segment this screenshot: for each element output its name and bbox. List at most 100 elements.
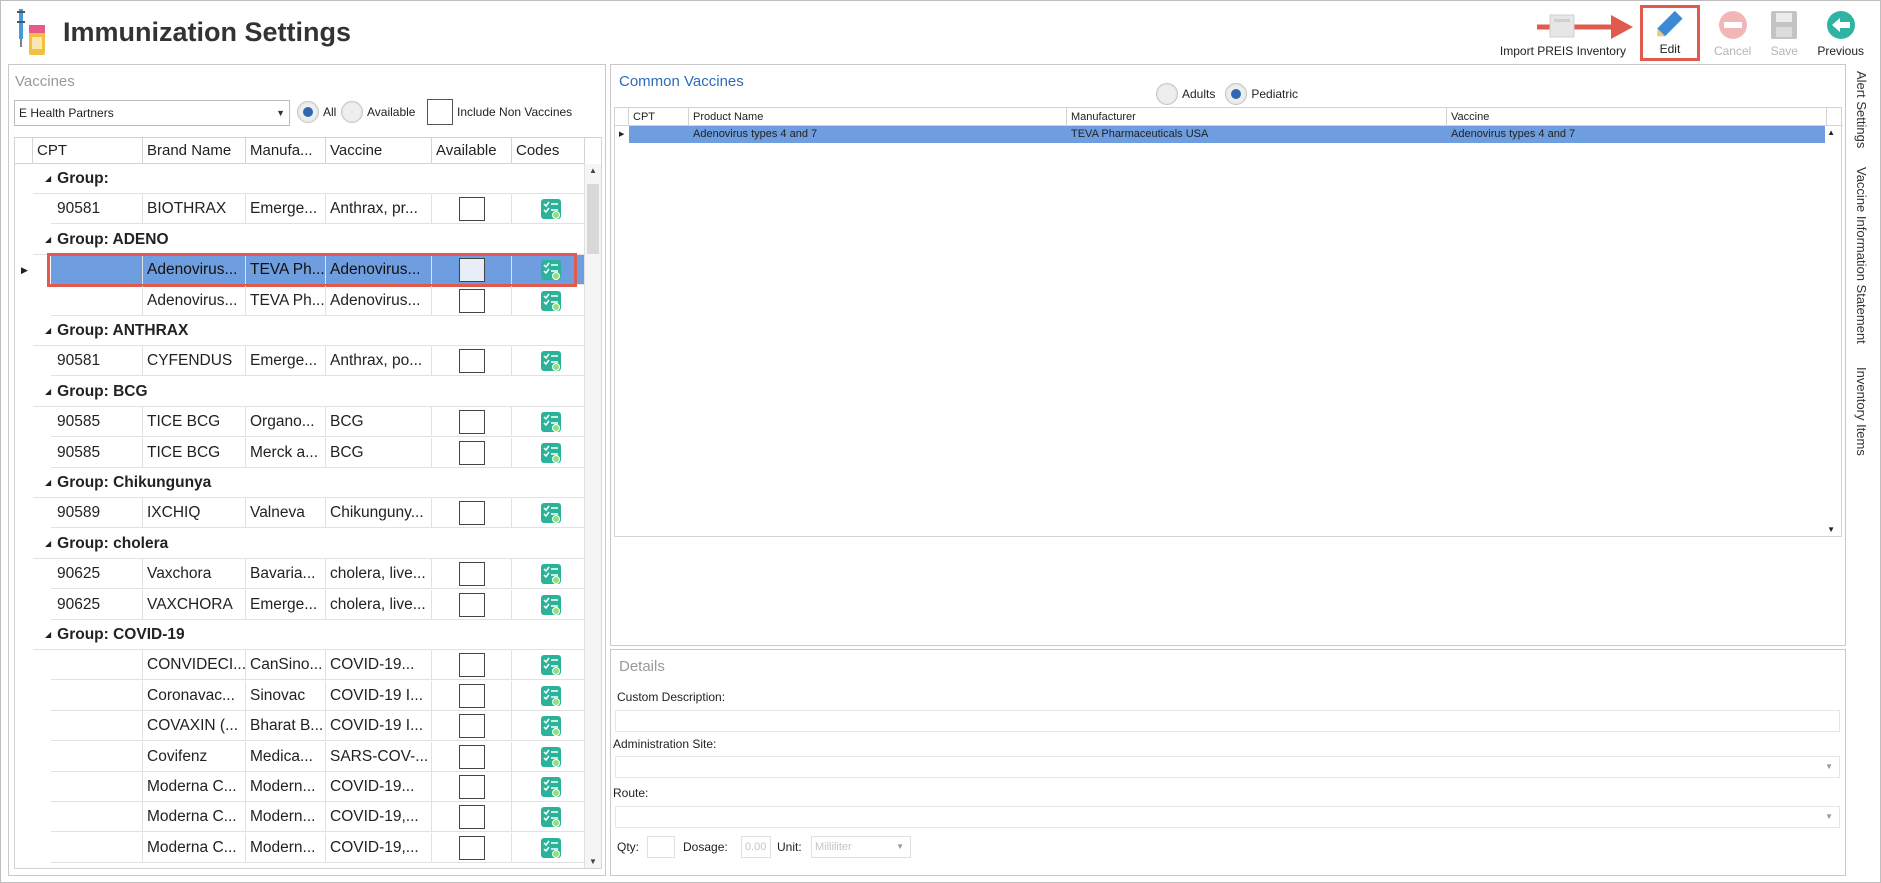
scroll-down-icon[interactable]: ▼ (589, 857, 597, 866)
available-checkbox[interactable] (459, 349, 485, 374)
table-row[interactable]: Adenovirus... TEVA Ph... Adenovirus... ▶ (15, 253, 585, 288)
include-non-vaccines-checkbox[interactable]: Include Non Vaccines (427, 99, 572, 125)
all-radio[interactable]: All (297, 101, 336, 123)
codes-list-icon[interactable] (540, 442, 562, 464)
table-row[interactable]: 90585 TICE BCG Organo... BCG (15, 407, 585, 438)
codes-list-icon[interactable] (540, 594, 562, 616)
available-checkbox[interactable] (459, 288, 485, 313)
cell-cpt: 90585 (51, 437, 143, 468)
table-row[interactable]: 90581 CYFENDUS Emerge... Anthrax, po... (15, 346, 585, 377)
pediatric-radio[interactable] (1225, 83, 1248, 105)
table-row[interactable]: COVAXIN (... Bharat B... COVID-19 I... (15, 711, 585, 742)
cell-manufacturer: Merck a... (246, 437, 326, 468)
cancel-button[interactable]: Cancel (1706, 5, 1759, 61)
qty-input[interactable] (647, 836, 675, 858)
available-checkbox[interactable] (459, 440, 485, 465)
group-row[interactable]: Group: BCG (15, 377, 585, 407)
vertical-scrollbar[interactable]: ▲ ▼ (584, 164, 601, 868)
cell-brand-name: Adenovirus... (143, 285, 246, 316)
codes-list-icon[interactable] (540, 776, 562, 798)
cell-available (432, 498, 512, 529)
common-header-vaccine[interactable]: Vaccine (1447, 108, 1827, 126)
table-row[interactable]: Moderna C... Modern... COVID-19... (15, 772, 585, 802)
header-codes[interactable]: Codes (512, 138, 585, 164)
save-button[interactable]: Save (1759, 5, 1809, 61)
table-row[interactable]: 90581 BIOTHRAX Emerge... Anthrax, pr... (15, 194, 585, 225)
group-row[interactable]: Group: cholera (15, 529, 585, 559)
scroll-up-icon[interactable]: ▲ (589, 166, 597, 175)
available-checkbox[interactable] (459, 197, 485, 222)
codes-list-icon[interactable] (540, 685, 562, 707)
codes-list-icon[interactable] (540, 563, 562, 585)
tab-inventory-items[interactable]: Inventory Items (1854, 367, 1869, 456)
group-row[interactable]: Group: COVID-19 (15, 620, 585, 650)
adults-radio[interactable] (1156, 83, 1178, 105)
available-checkbox[interactable] (459, 805, 485, 830)
header-available[interactable]: Available (432, 138, 512, 164)
cell-vaccine: cholera, live... (326, 559, 432, 590)
codes-list-icon[interactable] (540, 198, 562, 220)
table-row[interactable]: Moderna C... Modern... COVID-19,... (15, 802, 585, 833)
codes-list-icon[interactable] (540, 502, 562, 524)
previous-button[interactable]: Previous (1809, 5, 1872, 61)
group-row[interactable]: Group: ANTHRAX (15, 316, 585, 346)
codes-list-icon[interactable] (540, 806, 562, 828)
available-radio[interactable]: Available (341, 101, 415, 123)
codes-list-icon[interactable] (540, 411, 562, 433)
tab-vaccine-information-statement[interactable]: Vaccine Information Statement (1854, 167, 1869, 344)
table-row[interactable]: 90585 TICE BCG Merck a... BCG (15, 437, 585, 468)
table-row[interactable]: Covifenz Medica... SARS-COV-... (15, 741, 585, 772)
available-checkbox[interactable] (459, 714, 485, 739)
available-checkbox[interactable] (459, 835, 485, 860)
group-row[interactable]: Group: Chikungunya (15, 468, 585, 498)
pencil-icon (1657, 10, 1683, 37)
codes-list-icon[interactable] (540, 654, 562, 676)
scrollbar-thumb[interactable] (587, 184, 599, 254)
header-vaccine[interactable]: Vaccine (326, 138, 432, 164)
codes-list-icon[interactable] (540, 837, 562, 859)
common-header-manufacturer[interactable]: Manufacturer (1067, 108, 1447, 126)
tab-alert-settings[interactable]: Alert Settings (1854, 71, 1869, 148)
available-checkbox[interactable] (459, 592, 485, 617)
custom-description-input[interactable] (615, 710, 1840, 732)
syringe-vial-icon (17, 9, 45, 55)
administration-site-select[interactable]: ▼ (615, 756, 1840, 778)
route-select[interactable]: ▼ (615, 806, 1840, 828)
cell-manufacturer: TEVA Ph... (246, 285, 326, 316)
partner-select[interactable]: E Health Partners ▼ (14, 100, 290, 126)
codes-list-icon[interactable] (540, 746, 562, 768)
import-preis-button[interactable]: Import PREIS Inventory (1492, 5, 1634, 61)
available-checkbox[interactable] (459, 775, 485, 799)
common-scroll-down-icon[interactable]: ▼ (1827, 525, 1835, 534)
cell-brand-name: COVAXIN (... (143, 711, 246, 742)
common-header-product[interactable]: Product Name (689, 108, 1067, 126)
header-brand-name[interactable]: Brand Name (143, 138, 246, 164)
available-checkbox[interactable] (459, 683, 485, 708)
common-header-cpt[interactable]: CPT (629, 108, 689, 126)
available-checkbox[interactable] (459, 744, 485, 769)
table-row[interactable]: Adenovirus... TEVA Ph... Adenovirus... (15, 285, 585, 316)
group-row[interactable]: Group: ADENO (15, 225, 585, 255)
table-row[interactable]: 90625 Vaxchora Bavaria... cholera, live... (15, 559, 585, 590)
table-row[interactable]: 90589 IXCHIQ Valneva Chikunguny... (15, 498, 585, 529)
unit-select[interactable]: Milliliter ▼ (811, 836, 911, 858)
common-table-row[interactable]: Adenovirus types 4 and 7 TEVA Pharmaceut… (629, 126, 1825, 143)
available-checkbox[interactable] (459, 562, 485, 587)
codes-list-icon[interactable] (540, 290, 562, 312)
header-manufacturer[interactable]: Manufa... (246, 138, 326, 164)
chevron-down-icon: ▼ (276, 108, 285, 118)
dosage-input[interactable]: 0.00 (741, 836, 771, 858)
table-row[interactable]: Moderna C... Modern... COVID-19,... (15, 832, 585, 863)
available-checkbox[interactable] (459, 410, 485, 435)
codes-list-icon[interactable] (540, 715, 562, 737)
codes-list-icon[interactable] (540, 350, 562, 372)
table-row[interactable]: 90625 VAXCHORA Emerge... cholera, live... (15, 589, 585, 620)
available-checkbox[interactable] (459, 653, 485, 678)
header-cpt[interactable]: CPT (33, 138, 143, 164)
table-row[interactable]: Coronavac... Sinovac COVID-19 I... (15, 680, 585, 711)
table-row[interactable]: CONVIDECI... CanSino... COVID-19... (15, 650, 585, 681)
edit-button[interactable]: Edit (1639, 5, 1700, 61)
group-row[interactable]: Group: (15, 164, 585, 194)
available-checkbox[interactable] (459, 501, 485, 526)
common-scroll-up-icon[interactable]: ▲ (1827, 128, 1835, 137)
